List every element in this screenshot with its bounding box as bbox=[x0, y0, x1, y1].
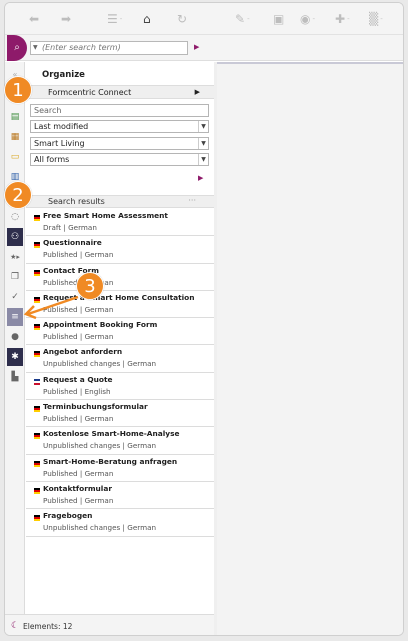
language-flag-icon bbox=[34, 242, 40, 249]
eye-icon[interactable]: ◉ - bbox=[300, 12, 315, 26]
organize-panel: Organize Formcentric Connect ▶ Search La… bbox=[26, 62, 214, 635]
pencil-icon[interactable]: ✎ - bbox=[235, 12, 250, 26]
language-flag-icon bbox=[34, 515, 40, 522]
language-flag-icon bbox=[34, 215, 40, 221]
result-item[interactable]: Appointment Booking Form Published | Germ… bbox=[26, 318, 214, 346]
result-status: Unpublished changes | German bbox=[43, 359, 157, 369]
star-icon[interactable]: ★▸ bbox=[7, 248, 23, 266]
result-item[interactable]: Smart-Home-Beratung anfragen Published | … bbox=[26, 455, 214, 482]
result-item[interactable]: Terminbuchungsformular Published | German bbox=[26, 400, 214, 428]
result-status: Published | German bbox=[43, 468, 114, 478]
language-flag-icon bbox=[34, 378, 40, 385]
elements-count: Elements: 12 bbox=[23, 622, 73, 631]
result-title: Free Smart Home Assessment bbox=[43, 211, 168, 220]
results-list: Free Smart Home Assessment Draft | German… bbox=[26, 209, 214, 537]
result-status: Published | German bbox=[43, 250, 114, 260]
result-title: Fragebogen bbox=[43, 511, 93, 521]
sort-select[interactable]: Last modified ▼ bbox=[30, 120, 209, 133]
result-item[interactable]: Angebot anfordern Unpublished changes | G… bbox=[26, 345, 214, 373]
search-field-placeholder: Search bbox=[34, 106, 62, 115]
plus-icon[interactable]: ✚ - bbox=[335, 12, 350, 26]
result-title: Kostenlose Smart-Home-Analyse bbox=[43, 429, 180, 439]
arrow-right-icon[interactable]: ➡ bbox=[61, 12, 71, 26]
apply-filter-icon[interactable]: ▶ bbox=[198, 174, 203, 182]
site-selector[interactable]: Formcentric Connect ▶ bbox=[26, 85, 214, 99]
settings-icon[interactable]: ● bbox=[7, 328, 23, 346]
result-status: Draft | German bbox=[43, 223, 97, 232]
search-bar: ⌕ ▼ (Enter search term) ▶ bbox=[5, 35, 403, 61]
language-flag-icon bbox=[34, 324, 40, 331]
result-item[interactable]: Kostenlose Smart-Home-Analyse Unpublished… bbox=[26, 427, 214, 455]
sort-value: Last modified bbox=[34, 122, 89, 131]
result-status: Published | English bbox=[43, 386, 111, 396]
chevron-down-icon[interactable]: ▼ bbox=[198, 154, 208, 165]
search-placeholder: (Enter search term) bbox=[42, 43, 121, 52]
language-flag-icon bbox=[34, 433, 40, 440]
trash-icon[interactable]: ▒ - bbox=[369, 12, 383, 26]
search-input[interactable]: ▼ (Enter search term) bbox=[30, 41, 188, 55]
chevron-down-icon[interactable]: ▼ bbox=[198, 138, 208, 149]
search-field[interactable]: Search bbox=[30, 104, 209, 117]
result-title: Appointment Booking Form bbox=[43, 320, 158, 330]
chevron-down-icon[interactable]: ▼ bbox=[33, 42, 38, 54]
main-toolbar: ⬅ ➡ ☰ - ⌂ ↻ ✎ - ▣ ◉ - ✚ - ▒ - bbox=[5, 3, 403, 35]
results-header: Search results ··· bbox=[26, 195, 214, 208]
result-item[interactable]: Contact FormPublished | German bbox=[26, 264, 214, 291]
folder-icon[interactable]: ▭ bbox=[7, 148, 23, 166]
site-name: Formcentric Connect bbox=[48, 88, 132, 97]
sites-icon[interactable]: ▤ bbox=[7, 108, 23, 126]
result-item[interactable]: Questionnaire Published | German bbox=[26, 236, 214, 264]
result-title: Angebot anfordern bbox=[43, 347, 123, 357]
callout-1: 1 bbox=[4, 76, 32, 104]
result-title: Questionnaire bbox=[43, 238, 102, 248]
result-item[interactable]: Free Smart Home Assessment Draft | German bbox=[26, 209, 214, 237]
result-title: Request a Quote bbox=[43, 374, 113, 384]
type-filter-select[interactable]: All forms ▼ bbox=[30, 153, 209, 166]
bookmark-icon[interactable]: ☰ - bbox=[107, 12, 122, 26]
users-icon[interactable]: ⚇ bbox=[7, 228, 23, 246]
result-item[interactable]: Kontaktformular Published | German bbox=[26, 482, 214, 510]
callout-arrow bbox=[23, 295, 79, 320]
editor-area bbox=[217, 62, 403, 635]
library-icon[interactable]: ▦ bbox=[7, 128, 23, 146]
more-icon[interactable]: ··· bbox=[188, 195, 196, 207]
result-title: Smart-Home-Beratung anfragen bbox=[43, 456, 178, 466]
reload-icon[interactable]: ↻ bbox=[177, 12, 187, 26]
result-status: Unpublished changes | German bbox=[43, 441, 157, 451]
site-filter-value: Smart Living bbox=[34, 139, 85, 148]
search-go-icon[interactable]: ▶ bbox=[194, 43, 199, 51]
chart-icon[interactable]: ▙ bbox=[7, 368, 23, 386]
result-item[interactable]: Request a Quote Published | English bbox=[26, 373, 214, 401]
left-rail: « ▤ ▦ ▭ ▥ ◌ ⚇ ★▸ ❐ ✓ ≡ ● ✱ ▙ bbox=[5, 62, 25, 635]
result-title: Kontaktformular bbox=[43, 483, 112, 493]
callout-2: 2 bbox=[4, 181, 32, 209]
type-filter-value: All forms bbox=[34, 155, 70, 164]
result-item[interactable]: Fragebogen Unpublished changes | German bbox=[26, 509, 214, 537]
language-flag-icon bbox=[34, 351, 40, 358]
result-status: Unpublished changes | German bbox=[43, 523, 157, 533]
result-status: Published | German bbox=[43, 414, 114, 424]
save-icon[interactable]: ▣ bbox=[273, 12, 284, 26]
language-flag-icon bbox=[34, 487, 40, 494]
loading-icon: ☾ bbox=[11, 621, 20, 631]
panel-title: Organize bbox=[42, 70, 85, 80]
site-filter-select[interactable]: Smart Living ▼ bbox=[30, 137, 209, 150]
results-header-label: Search results bbox=[48, 197, 105, 206]
home-icon[interactable]: ⌂ bbox=[143, 12, 151, 26]
language-flag-icon bbox=[34, 460, 40, 467]
status-footer: ☾ Elements: 12 bbox=[5, 614, 214, 635]
tag-icon[interactable]: ◌ bbox=[7, 208, 23, 226]
chevron-right-icon[interactable]: ▶ bbox=[195, 86, 200, 99]
arrow-left-icon[interactable]: ⬅ bbox=[29, 12, 39, 26]
result-status: Published | German bbox=[43, 332, 114, 342]
language-flag-icon bbox=[34, 406, 40, 413]
result-title: Terminbuchungsformular bbox=[43, 402, 148, 412]
search-icon[interactable]: ⌕ bbox=[7, 35, 27, 61]
chevron-down-icon[interactable]: ▼ bbox=[198, 121, 208, 132]
language-flag-icon bbox=[34, 269, 40, 276]
result-status: Published | German bbox=[43, 495, 114, 505]
puzzle-icon[interactable]: ✱ bbox=[7, 348, 23, 366]
copy-icon[interactable]: ❐ bbox=[7, 268, 23, 286]
